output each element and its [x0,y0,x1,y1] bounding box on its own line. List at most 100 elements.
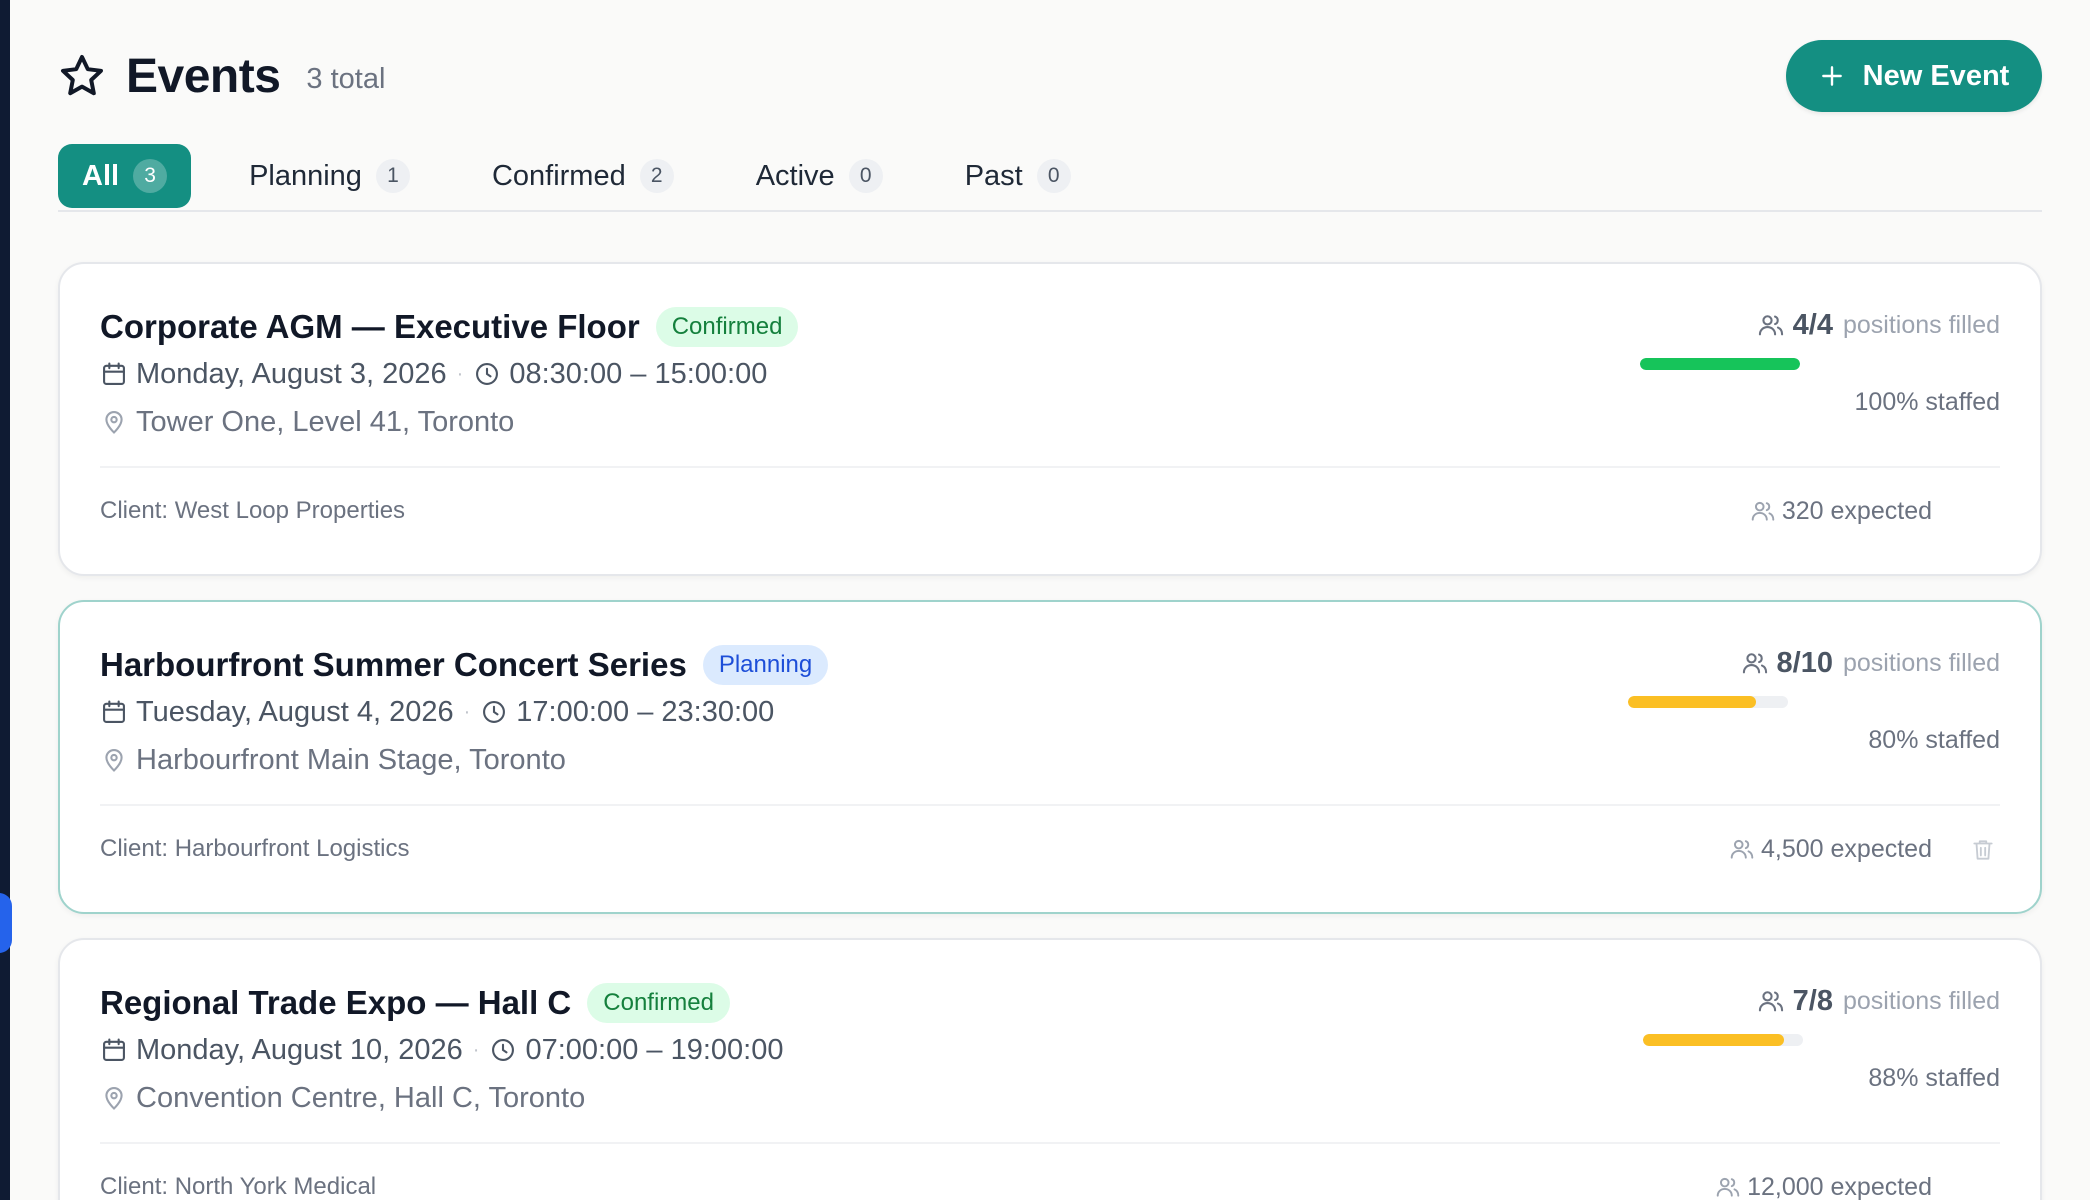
tab-count: 1 [375,159,410,193]
tab-active[interactable]: Active 0 [732,144,907,208]
event-title-row: Corporate AGM — Executive Floor Confirme… [100,304,799,350]
users-icon [1758,991,1783,1012]
users-icon [1758,315,1783,336]
expected-text: 4,500 expected [1761,834,1932,863]
filled-label: positions filled [1842,310,2000,339]
event-schedule: Monday, August 10, 2026 · 07:00:00 – 19:… [100,1028,783,1072]
events-total-count: 3 total [306,62,386,95]
users-icon [1716,1177,1740,1197]
positions-filled: 8/10 positions filled [1741,640,2000,686]
positions-filled: 7/8 positions filled [1757,978,2000,1024]
tab-label: Past [964,159,1023,192]
sidebar-indicator[interactable] [0,893,12,953]
event-location: Tower One, Level 41, Toronto [100,400,514,444]
trash-icon[interactable] [1970,836,1996,864]
status-badge: Confirmed [587,983,730,1023]
page-title: Events [126,49,281,103]
event-location: Harbourfront Main Stage, Toronto [100,738,566,782]
map-pin-icon [105,1087,123,1110]
calendar-icon [103,362,125,385]
event-schedule: Monday, August 3, 2026 · 08:30:00 – 15:0… [100,352,767,396]
event-name: Regional Trade Expo — Hall C [100,984,572,1021]
users-icon [1730,839,1754,859]
new-event-button[interactable]: New Event [1786,40,2042,112]
staffing-progress-bar [1640,358,1800,370]
tab-past[interactable]: Past 0 [941,144,1095,208]
client-name: Client: West Loop Properties [100,497,406,524]
event-name: Corporate AGM — Executive Floor [100,308,640,345]
clock-icon [492,1039,515,1061]
filled-label: positions filled [1842,648,2000,677]
status-badge: Confirmed [655,307,799,347]
client-name: Client: North York Medical [100,1173,377,1200]
staffing-progress-fill [1640,358,1800,370]
expected-attendance: 12,000 expected [1715,1166,1932,1200]
card-divider [100,1142,2000,1144]
tab-label: Confirmed [491,159,626,192]
staffed-percent: 100% staffed [1854,387,2000,416]
tab-count: 0 [1036,159,1071,193]
event-date: Monday, August 10, 2026 [136,1033,463,1066]
tab-confirmed[interactable]: Confirmed 2 [468,144,698,208]
tab-label: Planning [249,159,362,192]
positions-filled: 4/4 positions filled [1757,302,2000,348]
filled-ratio: 7/8 [1792,984,1833,1017]
staffed-percent: 80% staffed [1868,725,2000,754]
filled-label: positions filled [1842,986,2000,1015]
expected-attendance: 4,500 expected [1729,828,1932,870]
star-icon [61,55,103,96]
new-event-label: New Event [1862,59,2010,92]
calendar-icon [103,1038,125,1061]
expected-text: 320 expected [1781,496,1932,525]
location-text: Tower One, Level 41, Toronto [136,405,515,438]
filled-ratio: 8/10 [1776,646,1833,679]
event-card[interactable]: Regional Trade Expo — Hall C Confirmed M… [58,938,2042,1200]
event-card[interactable]: Harbourfront Summer Concert Series Plann… [58,600,2042,914]
event-location: Convention Centre, Hall C, Toronto [100,1076,585,1120]
tab-count: 2 [639,159,674,193]
tab-planning[interactable]: Planning 1 [225,144,434,208]
clock-icon [483,701,506,723]
clock-icon [476,363,499,385]
staffing-progress-bar [1628,696,1788,708]
staffing-summary: 7/8 positions filled 88% staffed [1640,978,2000,1098]
staffed-percent: 88% staffed [1868,1063,2000,1092]
staffing-progress-fill [1643,1034,1784,1046]
event-schedule: Tuesday, August 4, 2026 · 17:00:00 – 23:… [100,690,774,734]
tab-count: 0 [848,159,883,193]
event-time: 08:30:00 – 15:00:00 [509,357,768,390]
map-pin-icon [105,411,123,434]
event-time: 17:00:00 – 23:30:00 [516,695,775,728]
staffing-summary: 4/4 positions filled 100% staffed [1640,302,2000,422]
event-title-row: Regional Trade Expo — Hall C Confirmed [100,980,730,1026]
plus-icon [1821,66,1842,86]
event-card[interactable]: Corporate AGM — Executive Floor Confirme… [58,262,2042,576]
sidebar-edge [0,0,10,1200]
card-divider [100,466,2000,468]
staffing-progress-fill [1628,696,1756,708]
tab-all[interactable]: All 3 [58,144,192,208]
expected-text: 12,000 expected [1747,1172,1932,1200]
events-page: Events 3 total New Event All 3 Planning … [58,0,2042,1200]
card-divider [100,804,2000,806]
client-name: Client: Harbourfront Logistics [100,835,410,862]
map-pin-icon [105,749,123,772]
event-date: Tuesday, August 4, 2026 [136,695,454,728]
status-tabs: All 3 Planning 1 Confirmed 2 Active 0 Pa… [58,144,2042,212]
tab-label: Active [755,159,835,192]
separator-dot: · [463,700,471,723]
tab-count: 3 [133,159,168,193]
event-title-row: Harbourfront Summer Concert Series Plann… [100,642,829,688]
page-header: Events 3 total New Event [58,40,2042,112]
location-text: Harbourfront Main Stage, Toronto [136,743,566,776]
location-text: Convention Centre, Hall C, Toronto [136,1081,586,1114]
separator-dot: · [472,1038,480,1061]
event-name: Harbourfront Summer Concert Series [100,646,687,683]
event-time: 07:00:00 – 19:00:00 [525,1033,784,1066]
filled-ratio: 4/4 [1792,308,1833,341]
staffing-progress-bar [1643,1034,1803,1046]
users-icon [1751,501,1775,521]
users-icon [1742,653,1767,674]
event-date: Monday, August 3, 2026 [136,357,447,390]
status-badge: Planning [702,645,829,685]
